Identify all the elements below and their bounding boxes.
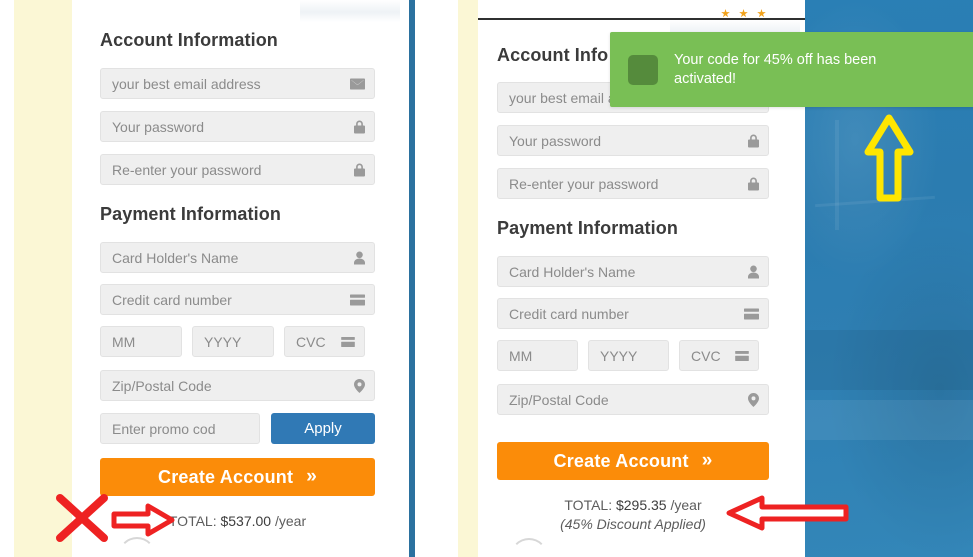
- left-panel-blue-rail: [409, 0, 415, 557]
- left-cvc-placeholder: CVC: [296, 333, 326, 350]
- right-cream-accent-band: [458, 0, 478, 557]
- envelope-icon: [350, 78, 365, 89]
- right-cvc-field[interactable]: CVC: [679, 340, 759, 371]
- right-cardholder-placeholder: Card Holder's Name: [509, 263, 636, 280]
- credit-card-icon: [350, 294, 365, 305]
- star-ornaments: [721, 9, 766, 18]
- right-month-placeholder: MM: [509, 347, 533, 364]
- left-expiry-cvc-row: MM YYYY CVC: [100, 326, 375, 357]
- photo-highlight: [805, 400, 973, 440]
- left-password-confirm-placeholder: Re-enter your password: [112, 161, 262, 178]
- right-bottom-arc: [510, 538, 548, 557]
- left-year-field[interactable]: YYYY: [192, 326, 274, 357]
- chevron-double-right-icon: »: [701, 450, 713, 471]
- left-cream-accent-band: [14, 0, 72, 557]
- left-total-period: /year: [274, 513, 307, 529]
- right-cardholder-field[interactable]: Card Holder's Name: [497, 256, 769, 287]
- left-month-placeholder: MM: [112, 333, 136, 350]
- left-promo-row: Enter promo cod Apply: [100, 413, 375, 444]
- star-icon: [721, 9, 730, 18]
- left-total-amount: $537.00: [220, 513, 272, 529]
- right-password-field[interactable]: Your password: [497, 125, 769, 156]
- lock-icon: [748, 177, 759, 190]
- right-create-account-label: Create Account: [553, 450, 689, 471]
- left-create-account-button[interactable]: Create Account »: [100, 458, 375, 496]
- left-email-placeholder: your best email address: [112, 75, 261, 92]
- toast-message: Your code for 45% off has been activated…: [674, 51, 877, 87]
- right-payment-section-title: Payment Information: [497, 218, 678, 238]
- photo-highlight: [815, 195, 935, 208]
- left-total-label: TOTAL:: [168, 513, 217, 529]
- star-icon: [757, 9, 766, 18]
- lock-icon: [354, 163, 365, 176]
- right-cardnumber-placeholder: Credit card number: [509, 305, 629, 322]
- left-signup-panel: Account Information your best email addr…: [0, 0, 418, 557]
- credit-card-icon: [341, 336, 355, 347]
- left-zip-placeholder: Zip/Postal Code: [112, 377, 212, 394]
- apply-promo-button[interactable]: Apply: [271, 413, 375, 444]
- left-password-confirm-field[interactable]: Re-enter your password: [100, 154, 375, 185]
- right-password-placeholder: Your password: [509, 132, 602, 149]
- right-password-confirm-placeholder: Re-enter your password: [509, 175, 659, 192]
- left-promo-input[interactable]: Enter promo cod: [100, 413, 260, 444]
- right-create-account-button[interactable]: Create Account »: [497, 442, 769, 480]
- right-discount-note: (45% Discount Applied): [560, 516, 706, 532]
- left-cardnumber-placeholder: Credit card number: [112, 291, 232, 308]
- right-cardnumber-field[interactable]: Credit card number: [497, 298, 769, 329]
- left-panel-top-fade: [300, 0, 400, 22]
- photo-highlight: [835, 120, 839, 230]
- left-year-placeholder: YYYY: [204, 333, 242, 350]
- right-signup-panel: Account Info your best email a Your pass…: [455, 0, 973, 557]
- right-year-placeholder: YYYY: [600, 347, 638, 364]
- left-email-field[interactable]: your best email address: [100, 68, 375, 99]
- left-password-field[interactable]: Your password: [100, 111, 375, 142]
- photo-shadow: [805, 330, 973, 390]
- right-month-field[interactable]: MM: [497, 340, 578, 371]
- left-cvc-field[interactable]: CVC: [284, 326, 365, 357]
- left-create-account-label: Create Account: [158, 466, 294, 487]
- map-pin-icon: [354, 378, 365, 393]
- user-icon: [354, 251, 365, 264]
- right-password-confirm-field[interactable]: Re-enter your password: [497, 168, 769, 199]
- right-email-placeholder: your best email a: [509, 89, 616, 106]
- left-cardholder-placeholder: Card Holder's Name: [112, 249, 239, 266]
- left-password-placeholder: Your password: [112, 118, 205, 135]
- user-icon: [748, 265, 759, 278]
- left-cardholder-field[interactable]: Card Holder's Name: [100, 242, 375, 273]
- left-account-section-title: Account Information: [100, 30, 278, 50]
- right-expiry-cvc-row: MM YYYY CVC: [497, 340, 769, 371]
- credit-card-icon: [744, 308, 759, 319]
- right-total-amount: $295.35: [615, 497, 667, 513]
- left-month-field[interactable]: MM: [100, 326, 182, 357]
- right-total-label: TOTAL:: [564, 497, 613, 513]
- credit-card-icon: [735, 350, 749, 361]
- left-total-line: TOTAL: $537.00 /year: [100, 513, 375, 529]
- left-zip-field[interactable]: Zip/Postal Code: [100, 370, 375, 401]
- map-pin-icon: [748, 392, 759, 407]
- chevron-double-right-icon: »: [306, 466, 317, 487]
- right-total-line: TOTAL: $295.35 /year: [497, 497, 769, 513]
- left-payment-section-title: Payment Information: [100, 204, 281, 224]
- check-square-icon: [628, 54, 658, 85]
- right-zip-placeholder: Zip/Postal Code: [509, 391, 609, 408]
- right-cvc-placeholder: CVC: [691, 347, 721, 364]
- left-promo-placeholder: Enter promo cod: [112, 420, 216, 437]
- right-account-section-title: Account Info: [497, 45, 609, 65]
- promo-activated-toast[interactable]: Your code for 45% off has been activated…: [610, 32, 973, 107]
- right-total-period: /year: [670, 497, 702, 513]
- screenshot-root: Account Information your best email addr…: [0, 0, 973, 557]
- left-bottom-arc: [118, 537, 156, 557]
- right-year-field[interactable]: YYYY: [588, 340, 669, 371]
- right-zip-field[interactable]: Zip/Postal Code: [497, 384, 769, 415]
- left-cardnumber-field[interactable]: Credit card number: [100, 284, 375, 315]
- star-icon: [739, 9, 748, 18]
- lock-icon: [354, 120, 365, 133]
- lock-icon: [748, 134, 759, 147]
